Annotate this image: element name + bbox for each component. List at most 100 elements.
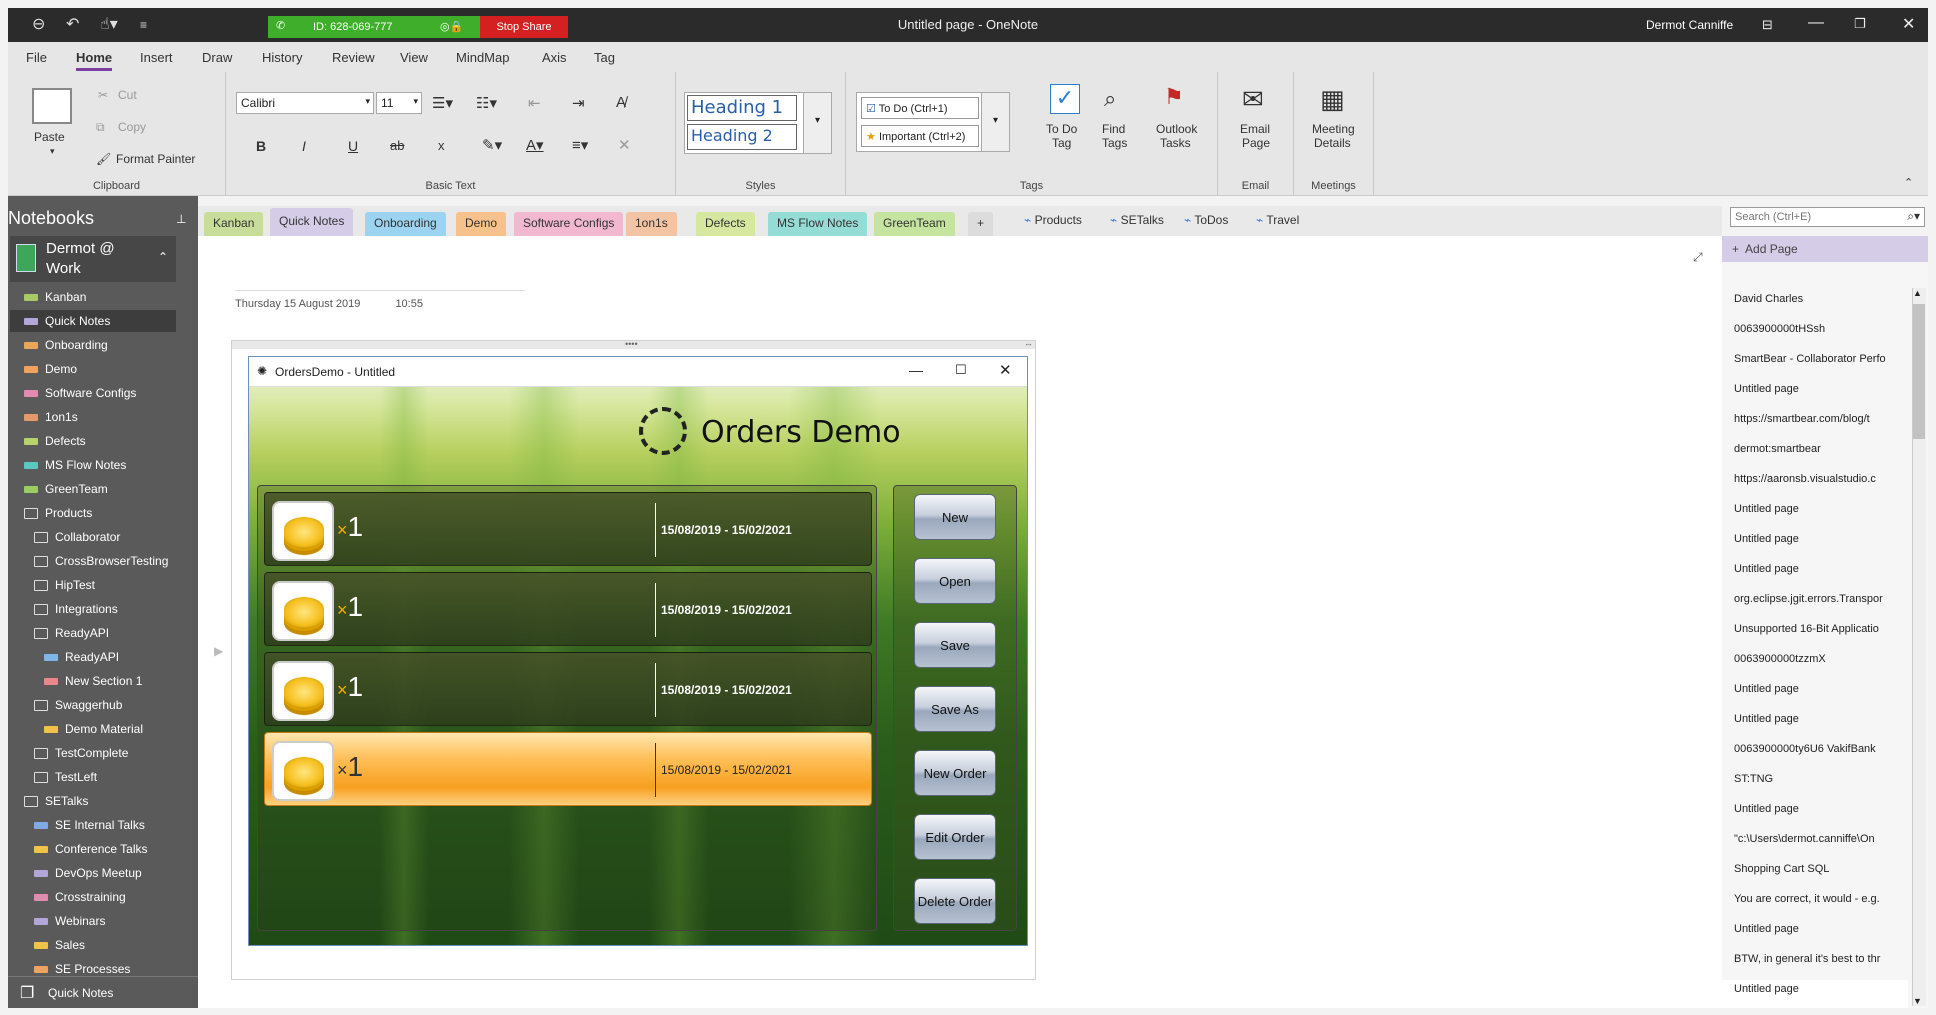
menu-history[interactable]: History <box>262 50 302 65</box>
section-item[interactable]: Sales <box>10 934 176 956</box>
new-button[interactable]: New <box>914 494 996 540</box>
section-item[interactable]: DevOps Meetup <box>10 862 176 884</box>
page-list-item[interactable]: ST:TNG <box>1734 773 1910 785</box>
important-tag[interactable]: ★ Important (Ctrl+2) <box>861 125 979 147</box>
heading2-style[interactable]: Heading 2 <box>687 124 797 150</box>
page-list-item[interactable]: Untitled page <box>1734 923 1910 935</box>
email-page-label2[interactable]: Page <box>1242 136 1270 150</box>
page-list-item[interactable]: 0063900000ty6U6 VakifBank <box>1734 743 1910 755</box>
meeting-details-label1[interactable]: Meeting <box>1312 122 1355 136</box>
section-tab[interactable]: Onboarding <box>365 212 446 236</box>
search-icon[interactable]: ⌕▾ <box>1907 209 1920 224</box>
page-list-item[interactable]: Untitled page <box>1734 563 1910 575</box>
page-list-item[interactable]: Untitled page <box>1734 683 1910 695</box>
open-button[interactable]: Open <box>914 558 996 604</box>
styles-more-icon[interactable]: ▾ <box>803 93 831 153</box>
scrollbar-thumb[interactable] <box>1913 304 1925 439</box>
drag-handle-icon[interactable]: •••• <box>625 339 638 349</box>
section-group-item[interactable]: Products <box>10 502 176 524</box>
section-item[interactable]: GreenTeam <box>10 478 176 500</box>
delete-order-button[interactable]: Delete Order <box>914 878 996 924</box>
page-list-item[interactable]: BTW, in general it's best to thr <box>1734 953 1910 965</box>
clear-formatting-icon[interactable]: A̸ <box>616 94 626 111</box>
outlook-tasks-label2[interactable]: Tasks <box>1160 136 1191 150</box>
find-tags-label2[interactable]: Tags <box>1102 136 1127 150</box>
font-size-select[interactable]: 11 ▾ <box>376 92 422 114</box>
menu-axis[interactable]: Axis <box>542 50 567 65</box>
section-item[interactable]: Demo Material <box>10 718 176 740</box>
format-painter-button[interactable]: Format Painter <box>116 152 195 166</box>
menu-mindmap[interactable]: MindMap <box>456 50 509 65</box>
page-list-item[interactable]: 0063900000tHSsh <box>1734 323 1910 335</box>
section-item[interactable]: Conference Talks <box>10 838 176 860</box>
section-group-tab[interactable]: ⌁ ToDos <box>1184 213 1228 227</box>
page-list-item[interactable]: https://aaronsb.visualstudio.c <box>1734 473 1910 485</box>
clear-icon[interactable]: ✕ <box>618 136 631 154</box>
page-list-item[interactable]: SmartBear - Collaborator Perfo <box>1734 353 1910 365</box>
menu-tag[interactable]: Tag <box>594 50 615 65</box>
copy-button[interactable]: Copy <box>118 120 146 134</box>
save-button[interactable]: Save <box>914 622 996 668</box>
page-list-item[interactable]: Shopping Cart SQL <box>1734 863 1910 875</box>
section-tab[interactable]: Kanban <box>204 212 264 236</box>
highlight-icon[interactable]: ✎▾ <box>482 136 502 154</box>
minimize-icon[interactable]: — <box>1808 14 1824 32</box>
scroll-up-icon[interactable]: ▲ <box>1913 288 1922 298</box>
notebooks-header[interactable]: Notebooks <box>8 208 94 229</box>
section-item[interactable]: Software Configs <box>10 382 176 404</box>
page-list-item[interactable]: https://smartbear.com/blog/t <box>1734 413 1910 425</box>
section-item[interactable]: MS Flow Notes <box>10 454 176 476</box>
edit-order-button[interactable]: Edit Order <box>914 814 996 860</box>
section-group-item[interactable]: CrossBrowserTesting <box>10 550 176 572</box>
add-page-button[interactable]: + Add Page <box>1722 236 1928 262</box>
outlook-tasks-icon[interactable]: ⚑ <box>1164 84 1184 110</box>
section-item[interactable]: Crosstraining <box>10 886 176 908</box>
cut-button[interactable]: Cut <box>118 88 137 102</box>
menu-draw[interactable]: Draw <box>202 50 232 65</box>
section-group-tab[interactable]: ⌁ Products <box>1024 213 1082 227</box>
section-group-item[interactable]: TestComplete <box>10 742 176 764</box>
menu-insert[interactable]: Insert <box>140 50 173 65</box>
decrease-indent-icon[interactable]: ⇤ <box>528 94 541 112</box>
section-group-item[interactable]: HipTest <box>10 574 176 596</box>
section-item[interactable]: ReadyAPI <box>10 646 176 668</box>
scroll-down-icon[interactable]: ▼ <box>1913 996 1922 1006</box>
strikethrough-button[interactable]: ab <box>390 138 404 153</box>
maximize-icon[interactable]: ☐ <box>955 362 967 378</box>
email-page-label1[interactable]: Email <box>1240 122 1270 136</box>
order-row[interactable]: ×1 15/08/2019 - 15/02/2021 <box>264 652 872 726</box>
section-item[interactable]: Defects <box>10 430 176 452</box>
section-item[interactable]: Quick Notes <box>10 310 176 332</box>
section-item[interactable]: Onboarding <box>10 334 176 356</box>
expand-icon[interactable]: ⤢ <box>1693 250 1703 265</box>
menu-file[interactable]: File <box>26 50 47 65</box>
underline-button[interactable]: U <box>348 138 358 154</box>
page-list-item[interactable]: Untitled page <box>1734 803 1910 815</box>
page-list-item[interactable]: 0063900000tzzmX <box>1734 653 1910 665</box>
todo-tag-label2[interactable]: Tag <box>1052 136 1071 150</box>
section-group-item[interactable]: Integrations <box>10 598 176 620</box>
section-tab[interactable]: Demo <box>456 212 507 236</box>
section-tab[interactable]: 1on1s <box>626 212 677 236</box>
page-list-item[interactable]: "c:\Users\dermot.canniffe\On <box>1734 833 1910 845</box>
increase-indent-icon[interactable]: ⇥ <box>572 94 585 112</box>
meeting-details-label2[interactable]: Details <box>1314 136 1351 150</box>
section-tab[interactable]: Defects <box>696 212 755 236</box>
paste-icon[interactable] <box>32 88 72 124</box>
search-input[interactable]: Search (Ctrl+E) ⌕▾ <box>1730 207 1925 227</box>
order-row[interactable]: ×1 15/08/2019 - 15/02/2021 <box>264 732 872 806</box>
new-section-button[interactable]: + <box>968 212 994 236</box>
section-tab[interactable]: GreenTeam <box>874 212 955 236</box>
section-item[interactable]: SE Internal Talks <box>10 814 176 836</box>
section-tab[interactable]: Software Configs <box>514 212 624 236</box>
save-as-button[interactable]: Save As <box>914 686 996 732</box>
font-color-icon[interactable]: A▾ <box>526 136 544 154</box>
page-list-item[interactable]: org.eclipse.jgit.errors.Transpor <box>1734 593 1910 605</box>
page-list-item[interactable]: Untitled page <box>1734 713 1910 725</box>
section-item[interactable]: Demo <box>10 358 176 380</box>
paste-dropdown-icon[interactable]: ▾ <box>50 146 55 157</box>
section-group-tab[interactable]: ⌁ SETalks <box>1110 213 1164 227</box>
section-group-item[interactable]: Collaborator <box>10 526 176 548</box>
menu-view[interactable]: View <box>400 50 428 65</box>
resize-handle-icon[interactable]: ↔ <box>1024 338 1033 348</box>
